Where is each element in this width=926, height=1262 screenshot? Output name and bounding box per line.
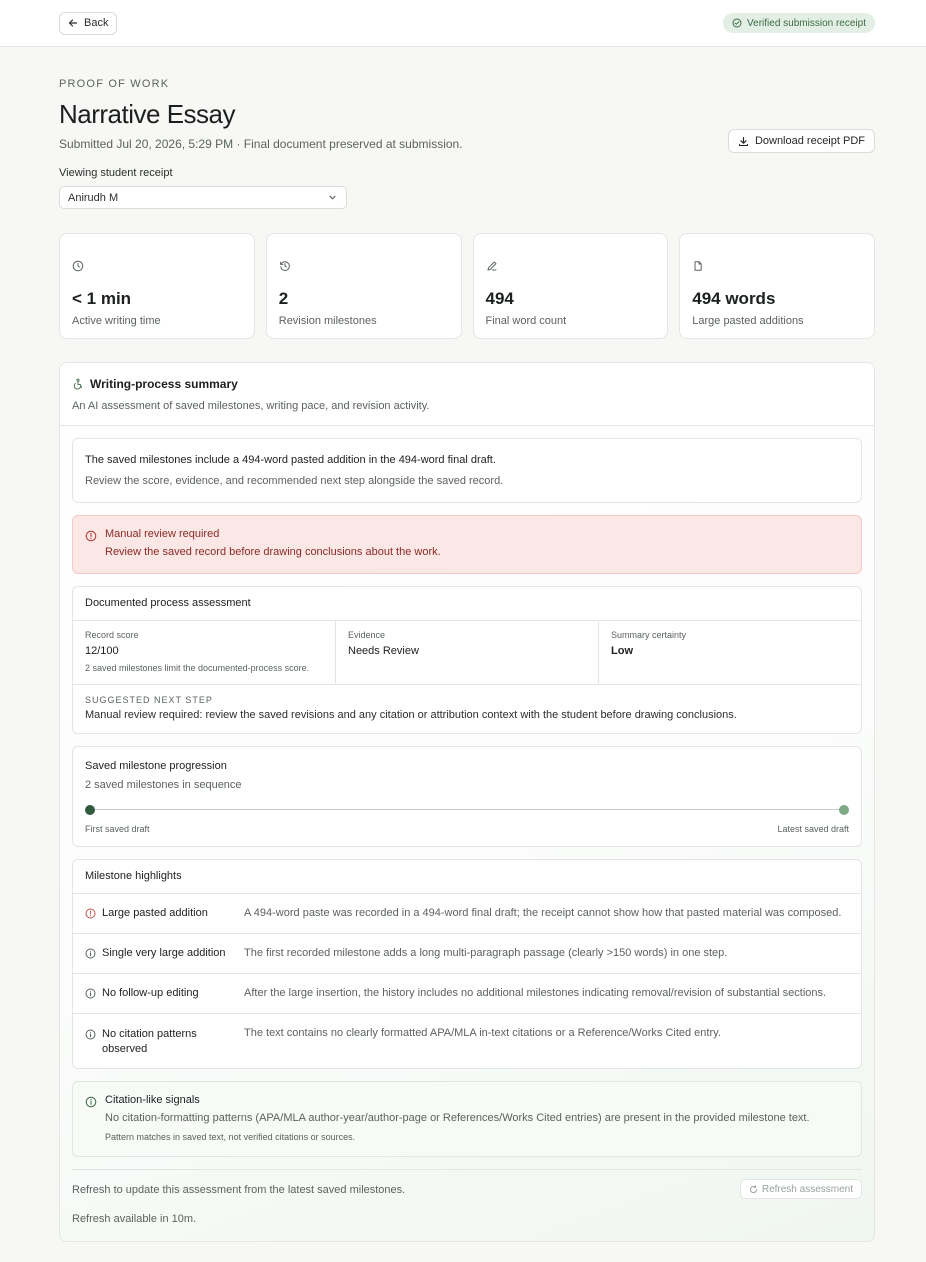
student-select[interactable]: Anirudh M [59, 186, 347, 209]
citation-text: No citation-formatting patterns (APA/MLA… [105, 1112, 810, 1124]
stat-value: < 1 min [72, 289, 132, 308]
page-title: Narrative Essay [59, 99, 236, 129]
selected-student: Anirudh M [68, 191, 119, 204]
refresh-availability: Refresh available in 10m. [72, 1213, 197, 1225]
clipboard-icon [692, 260, 704, 272]
warning-circle-icon [85, 908, 96, 933]
history-icon [279, 260, 291, 272]
refresh-icon [749, 1184, 758, 1194]
stat-card-pasted-additions: 494 words Large pasted additions [679, 233, 875, 339]
evidence-value: Needs Review [348, 645, 419, 657]
stat-value: 2 [278, 289, 289, 308]
download-label: Download receipt PDF [754, 135, 865, 147]
refresh-label: Refresh assessment [761, 1183, 853, 1195]
stat-card-writing-time: < 1 min Active writing time [59, 233, 255, 339]
highlight-description: The first recorded milestone adds a long… [244, 947, 728, 959]
certainty-value: Low [611, 645, 633, 657]
alert-title: Manual review required [105, 528, 220, 540]
track-line [89, 809, 845, 810]
summary-title: Writing-process summary [90, 377, 238, 391]
progression-subtitle: 2 saved milestones in sequence [85, 779, 242, 791]
next-step-text: Manual review required: review the saved… [85, 709, 737, 721]
citation-signals: Citation-like signals No citation-format… [72, 1081, 862, 1157]
summary-description: An AI assessment of saved milestones, wr… [72, 400, 430, 412]
intro-headline: The saved milestones include a 494-word … [85, 454, 496, 466]
info-circle-icon [85, 1096, 97, 1156]
next-step-label: SUGGESTED NEXT STEP [85, 695, 213, 705]
record-score-cell: Record score 12/100 2 saved milestones l… [73, 621, 336, 684]
clock-icon [72, 260, 84, 272]
check-circle-icon [732, 18, 742, 28]
info-circle-icon [85, 1029, 96, 1068]
progression-title: Saved milestone progression [85, 760, 227, 772]
stat-label: Large pasted additions [692, 315, 804, 327]
highlight-name: No follow-up editing [102, 987, 199, 999]
summary-header: Writing-process summary An AI assessment… [60, 363, 874, 426]
milestone-track [85, 804, 849, 816]
highlight-description: The text contains no clearly formatted A… [244, 1027, 721, 1039]
milestone-dot-latest[interactable] [839, 805, 849, 815]
back-button[interactable]: Back [59, 11, 118, 35]
pencil-icon [486, 260, 498, 272]
intro-text: Review the score, evidence, and recommen… [85, 475, 504, 487]
download-receipt-button[interactable]: Download receipt PDF [727, 129, 875, 153]
highlight-row: No follow-up editing After the large ins… [73, 974, 861, 1014]
stat-label: Revision milestones [278, 315, 377, 327]
record-score-label: Record score [85, 630, 139, 640]
stats-row: < 1 min Active writing time 2 Revision m… [0, 233, 926, 339]
latest-draft-label: Latest saved draft [777, 824, 849, 834]
highlights-title: Milestone highlights [73, 860, 861, 894]
highlight-row: No citation patterns observed The text c… [73, 1014, 861, 1068]
stat-label: Final word count [485, 315, 567, 327]
highlight-row: Single very large addition The first rec… [73, 934, 861, 974]
intro-box: The saved milestones include a 494-word … [72, 438, 862, 503]
highlight-row: Large pasted addition A 494-word paste w… [73, 894, 861, 934]
suggested-next-step: SUGGESTED NEXT STEP Manual review requir… [73, 685, 861, 721]
citation-title: Citation-like signals [105, 1094, 200, 1106]
highlight-name: Large pasted addition [102, 907, 208, 919]
stat-value: 494 [485, 289, 514, 308]
record-score-note: 2 saved milestones limit the documented-… [85, 663, 310, 673]
stat-card-word-count: 494 Final word count [472, 233, 669, 339]
record-score-value: 12/100 [85, 645, 119, 657]
first-draft-label: First saved draft [85, 824, 150, 834]
certainty-label: Summary certainty [611, 630, 687, 640]
page-header: PROOF OF WORK Narrative Essay Submitted … [0, 47, 926, 209]
manual-review-alert: Manual review required Review the saved … [72, 515, 862, 574]
info-circle-icon [85, 988, 96, 1013]
chevron-down-icon [328, 193, 337, 202]
stat-label: Active writing time [72, 315, 161, 327]
top-bar: Back Verified submission receipt [0, 0, 926, 47]
accessibility-icon [72, 378, 84, 390]
download-icon [738, 136, 749, 147]
milestone-progression: Saved milestone progression 2 saved mile… [72, 746, 862, 847]
highlight-name: Single very large addition [102, 947, 226, 959]
evidence-cell: Evidence Needs Review [336, 621, 599, 684]
refresh-assessment-button[interactable]: Refresh assessment [739, 1179, 862, 1199]
stat-value: 494 words [692, 289, 776, 308]
info-circle-icon [85, 948, 96, 973]
verified-label: Verified submission receipt [747, 17, 866, 29]
eyebrow: PROOF OF WORK [59, 78, 170, 90]
assessment-title: Documented process assessment [73, 587, 861, 621]
highlight-description: A 494-word paste was recorded in a 494-w… [244, 907, 842, 919]
alert-circle-icon [85, 530, 97, 573]
evidence-label: Evidence [348, 630, 386, 640]
refresh-hint: Refresh to update this assessment from t… [72, 1184, 406, 1196]
arrow-left-icon [68, 18, 78, 28]
back-label: Back [84, 17, 109, 29]
certainty-cell: Summary certainty Low [599, 621, 861, 684]
alert-text: Review the saved record before drawing c… [105, 546, 441, 558]
stat-card-revisions: 2 Revision milestones [265, 233, 462, 339]
summary-footer: Refresh to update this assessment from t… [72, 1169, 862, 1199]
verified-badge: Verified submission receipt [723, 13, 875, 33]
process-assessment: Documented process assessment Record sco… [72, 586, 862, 734]
writing-process-summary: Writing-process summary An AI assessment… [59, 362, 875, 1242]
milestone-dot-first[interactable] [85, 805, 95, 815]
highlight-description: After the large insertion, the history i… [244, 987, 827, 999]
highlight-name: No citation patterns observed [102, 1028, 197, 1055]
viewing-label: Viewing student receipt [59, 167, 173, 179]
milestone-highlights: Milestone highlights Large pasted additi… [72, 859, 862, 1069]
citation-note: Pattern matches in saved text, not verif… [105, 1132, 356, 1142]
